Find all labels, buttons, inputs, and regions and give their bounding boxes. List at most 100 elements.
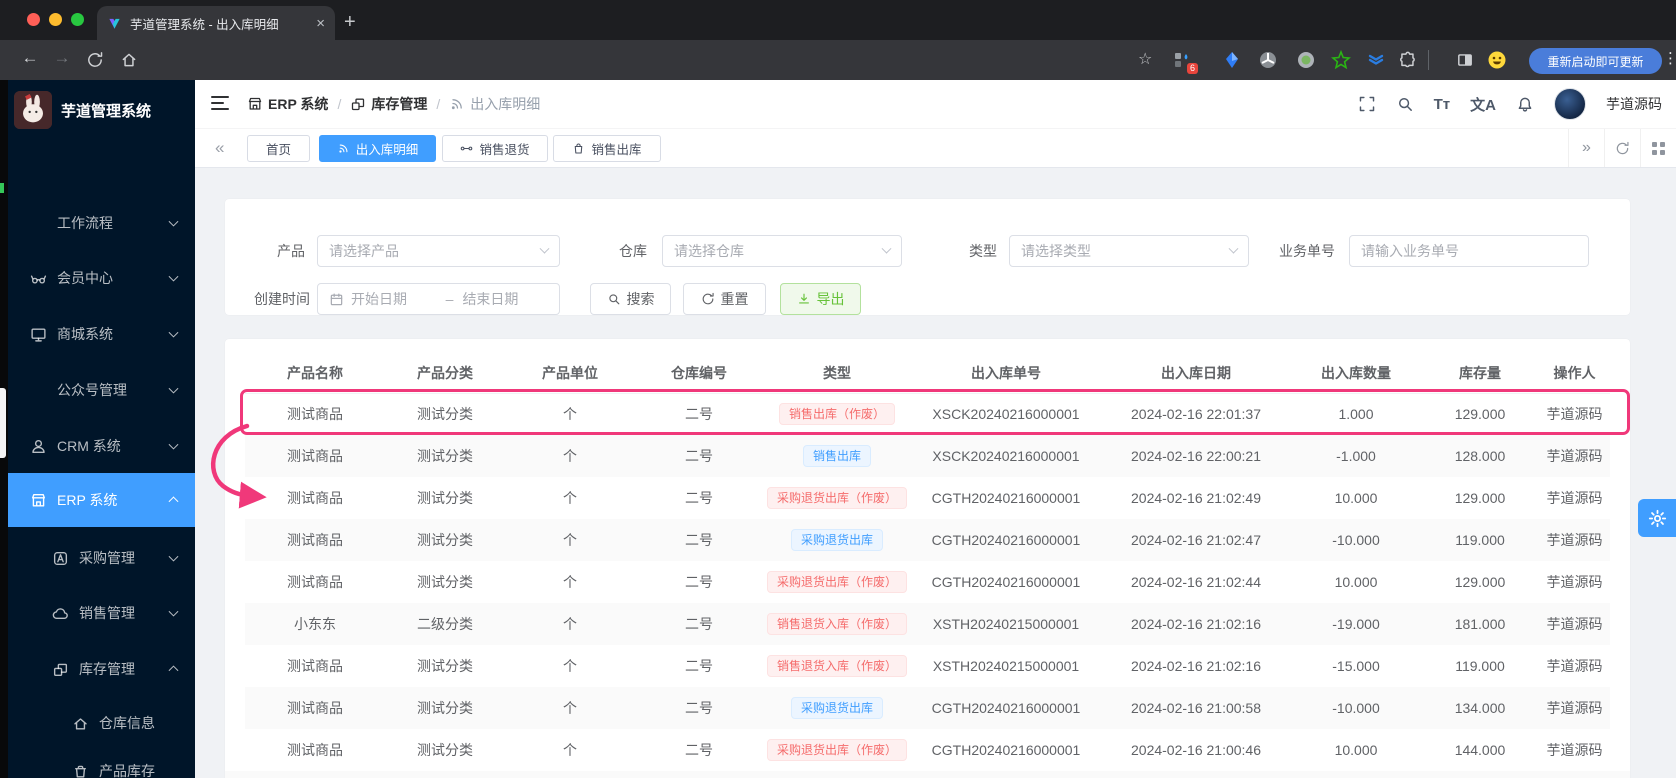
bone-icon xyxy=(460,142,473,155)
cell-stock: 134.000 xyxy=(1455,700,1506,716)
refresh-page-icon[interactable] xyxy=(1604,129,1640,167)
chevron-down-icon xyxy=(169,384,179,394)
split-screen-icon[interactable] xyxy=(1456,51,1474,69)
translate-icon[interactable]: 文A xyxy=(1470,94,1496,115)
tab-stock-record[interactable]: 出入库明细 xyxy=(319,135,436,162)
col-warehouse: 仓库编号 xyxy=(635,353,763,393)
table-row[interactable]: 测试商品 测试分类 个 二号 采购退货出库（作废） CGTH2024021600… xyxy=(245,729,1610,771)
cell-product-name: 测试商品 xyxy=(287,406,343,422)
tab-close-icon[interactable]: × xyxy=(316,15,325,32)
breadcrumb-separator: / xyxy=(436,96,440,112)
extensions-puzzle-icon[interactable] xyxy=(1399,51,1417,69)
bookmark-star-icon[interactable]: ☆ xyxy=(1138,49,1152,69)
cell-operator: 芋道源码 xyxy=(1547,658,1603,674)
window-close-button[interactable] xyxy=(27,13,40,26)
table-row[interactable]: 测试商品 测试分类 个 二号 采购退货出库（作废） CGTH2024021600… xyxy=(245,477,1610,519)
settings-gear-button[interactable] xyxy=(1638,499,1676,537)
tab-sales-return[interactable]: 销售退货 xyxy=(442,135,548,162)
sidebar-item-official-account[interactable]: 公众号管理 xyxy=(8,368,195,412)
collapse-menu-icon[interactable] xyxy=(211,96,229,110)
cell-stock: 119.000 xyxy=(1455,658,1505,674)
table-row[interactable]: 测试商品 测试分类 个 二号 销售出库 XSCK20240216000001 2… xyxy=(245,435,1610,477)
extension-kite-icon[interactable] xyxy=(1222,50,1242,70)
table-row[interactable]: 测试商品 测试分类 个 二号 销售退货入库（作废） XSTH2024021500… xyxy=(245,645,1610,687)
biz-no-input[interactable]: 请输入业务单号 xyxy=(1349,235,1589,267)
window-zoom-button[interactable] xyxy=(71,13,84,26)
product-label: 产品 xyxy=(245,235,305,267)
breadcrumb-item-current: 出入库明细 xyxy=(449,94,540,114)
glasses-icon xyxy=(30,270,47,287)
scroll-right-icon[interactable]: » xyxy=(1568,129,1604,167)
search-button[interactable]: 搜索 xyxy=(590,283,671,315)
sidebar-item-crm-system[interactable]: CRM 系统 xyxy=(8,424,195,468)
cell-qty: 10.000 xyxy=(1335,574,1378,590)
sidebar-item-member-center[interactable]: 会员中心 xyxy=(8,256,195,300)
extension-star-icon[interactable] xyxy=(1331,50,1351,70)
table-header-row: 产品名称 产品分类 产品单位 仓库编号 类型 出入库单号 出入库日期 出入库数量… xyxy=(245,353,1610,393)
search-icon[interactable] xyxy=(1396,95,1414,113)
sidebar-item-warehouse-info[interactable]: 仓库信息 xyxy=(8,701,195,745)
cell-operator: 芋道源码 xyxy=(1547,448,1603,464)
browser-refresh-icon[interactable] xyxy=(86,51,104,69)
sidebar-item-product-stock[interactable]: 产品库存 xyxy=(8,749,195,778)
browser-back-icon[interactable]: ← xyxy=(18,48,42,68)
extension-dot-icon[interactable] xyxy=(1296,50,1316,70)
cell-product-unit: 个 xyxy=(563,658,577,674)
table-row[interactable]: 测试商品 测试分类 个 二号 采购退货出库 CGTH20240216000001… xyxy=(245,687,1610,729)
chevron-down-icon xyxy=(169,328,179,338)
fullscreen-icon[interactable] xyxy=(1358,95,1376,113)
table-row[interactable]: 测试商品 测试分类 个 二号 采购退货出库 CGTH20240216000001… xyxy=(245,519,1610,561)
browser-update-button[interactable]: 重新启动即可更新 xyxy=(1529,48,1662,74)
tab-sales-outbound[interactable]: 销售出库 xyxy=(553,135,661,162)
sidebar-item-stock-mgmt[interactable]: 库存管理 xyxy=(8,647,195,691)
type-badge: 采购退货出库（作废） xyxy=(767,571,907,593)
browser-menu-kebab-icon[interactable]: ⋮ xyxy=(1663,49,1676,67)
extension-pinwheel-icon[interactable] xyxy=(1258,50,1278,70)
cell-product-unit: 个 xyxy=(563,448,577,464)
date-range-picker[interactable]: 开始日期 – 结束日期 xyxy=(317,283,560,315)
username[interactable]: 芋道源码 xyxy=(1606,94,1662,114)
cell-product-unit: 个 xyxy=(563,490,577,506)
table-row[interactable]: 测试商品 测试分类 个 二号 采购退货出库（作废） CGTH2024021600… xyxy=(245,561,1610,603)
cell-product-unit: 个 xyxy=(563,742,577,758)
app-logo[interactable]: 芋道管理系统 xyxy=(8,85,195,135)
cell-warehouse: 二号 xyxy=(685,742,713,758)
col-order-no: 出入库单号 xyxy=(911,353,1101,393)
reset-button[interactable]: 重置 xyxy=(683,283,766,315)
edge-green-marker xyxy=(0,183,4,193)
browser-tab[interactable]: 芋道管理系统 - 出入库明细 × xyxy=(97,6,335,40)
new-tab-button[interactable]: + xyxy=(344,8,356,36)
sidebar-item-erp-system[interactable]: ERP 系统 xyxy=(8,473,195,527)
cell-order-no: CGTH20240216000001 xyxy=(932,742,1081,758)
browser-forward-icon[interactable]: → xyxy=(50,48,74,68)
cell-product-category: 测试分类 xyxy=(417,574,473,590)
tab-home[interactable]: 首页 xyxy=(247,135,310,162)
col-product-category: 产品分类 xyxy=(385,353,505,393)
person-icon xyxy=(30,438,47,455)
window-minimize-button[interactable] xyxy=(49,13,62,26)
layout-grid-icon[interactable] xyxy=(1640,129,1676,167)
font-size-icon[interactable]: Tᴛ xyxy=(1434,96,1451,113)
export-button[interactable]: 导出 xyxy=(780,283,861,315)
warehouse-select[interactable]: 请选择仓库 xyxy=(662,235,902,267)
refresh-icon xyxy=(701,292,715,306)
sidebar-item-purchase-mgmt[interactable]: 采购管理 xyxy=(8,536,195,580)
sidebar-item-mall-system[interactable]: 商城系统 xyxy=(8,312,195,356)
product-select[interactable]: 请选择产品 xyxy=(317,235,560,267)
user-avatar[interactable] xyxy=(1554,88,1586,120)
breadcrumb-item-erp[interactable]: ERP 系统 xyxy=(247,94,328,114)
table-row[interactable]: 小东东 二级分类 个 二号 销售退货入库（作废） XSTH20240215000… xyxy=(245,603,1610,645)
cell-product-name: 测试商品 xyxy=(287,658,343,674)
cell-order-no: CGTH20240216000001 xyxy=(932,532,1081,548)
sidebar-item-sales-mgmt[interactable]: 销售管理 xyxy=(8,591,195,635)
notification-bell-icon[interactable] xyxy=(1516,95,1534,113)
breadcrumb-item-stock-mgmt[interactable]: 库存管理 xyxy=(350,94,427,114)
scroll-left-icon[interactable]: « xyxy=(215,129,224,167)
type-select[interactable]: 请选择类型 xyxy=(1009,235,1249,267)
table-row[interactable]: 测试商品 测试分类 个 二号 销售出库（作废） XSCK202402160000… xyxy=(245,393,1610,435)
browser-home-icon[interactable] xyxy=(120,51,138,69)
sidebar-item-workflow[interactable]: 工作流程 xyxy=(8,201,195,245)
profile-emoji-icon[interactable] xyxy=(1487,50,1507,70)
extension-blocks-icon[interactable]: 6 xyxy=(1173,50,1193,70)
extension-chevrons-icon[interactable] xyxy=(1366,50,1386,70)
